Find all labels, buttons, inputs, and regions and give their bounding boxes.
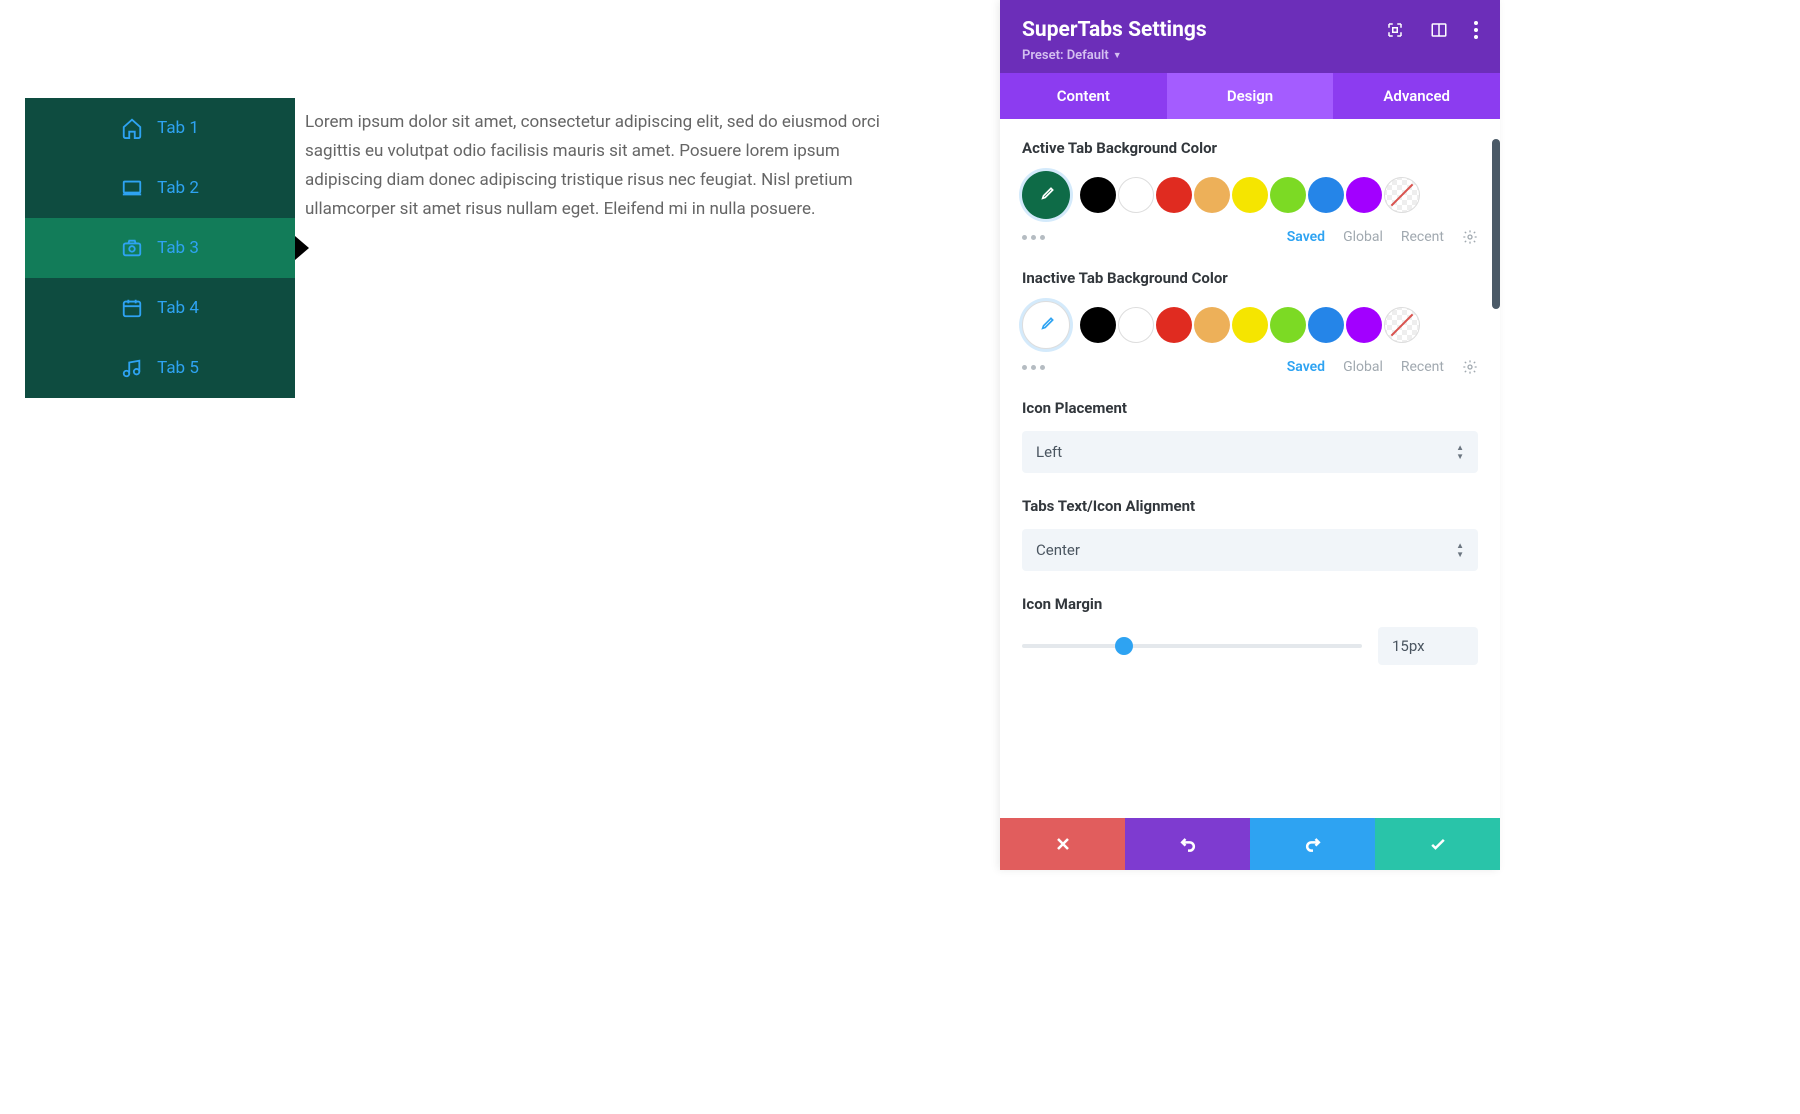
color-tab-saved[interactable]: Saved: [1287, 359, 1325, 375]
swatch-green[interactable]: [1270, 177, 1306, 213]
swatch-blue[interactable]: [1308, 307, 1344, 343]
tab-item-5[interactable]: Tab 5: [25, 338, 295, 398]
swatch-yellow[interactable]: [1232, 177, 1268, 213]
redo-button[interactable]: [1250, 818, 1375, 870]
music-icon: [121, 357, 143, 379]
tab-list: Tab 1 Tab 2 Tab 3 Tab 4 Tab 5: [25, 98, 295, 398]
color-tab-global[interactable]: Global: [1343, 229, 1383, 245]
sort-icon: ▲▼: [1456, 444, 1464, 461]
undo-button[interactable]: [1125, 818, 1250, 870]
tab-label: Tab 5: [157, 358, 199, 378]
select-icon-placement[interactable]: Left ▲▼: [1022, 431, 1478, 473]
tab-item-4[interactable]: Tab 4: [25, 278, 295, 338]
panel-body: Active Tab Background Color Saved Global…: [1000, 119, 1500, 818]
slider-icon-margin: 15px: [1022, 627, 1478, 665]
tab-label: Tab 2: [157, 178, 199, 198]
chevron-down-icon: ▼: [1113, 50, 1122, 61]
color-tab-global[interactable]: Global: [1343, 359, 1383, 375]
close-icon: [1053, 834, 1073, 854]
select-value: Left: [1036, 443, 1062, 461]
color-tabs-active: Saved Global Recent: [1022, 229, 1478, 245]
tab-content: Lorem ipsum dolor sit amet, consectetur …: [295, 98, 880, 398]
swatch-orange[interactable]: [1194, 177, 1230, 213]
swatch-white[interactable]: [1118, 307, 1154, 343]
swatch-transparent[interactable]: [1384, 177, 1420, 213]
tab-item-3[interactable]: Tab 3: [25, 218, 295, 278]
tab-label: Tab 4: [157, 298, 199, 318]
label-icon-margin: Icon Margin: [1022, 595, 1478, 613]
expand-icon[interactable]: [1386, 21, 1404, 39]
panel-header: SuperTabs Settings Preset: Default ▼: [1000, 0, 1500, 73]
panel-title: SuperTabs Settings: [1022, 18, 1207, 42]
panel-footer: [1000, 818, 1500, 870]
color-picker-inactive[interactable]: [1022, 301, 1070, 349]
sort-icon: ▲▼: [1456, 542, 1464, 559]
color-picker-active[interactable]: [1022, 171, 1070, 219]
scrollbar-thumb[interactable]: [1492, 139, 1500, 309]
swatch-white[interactable]: [1118, 177, 1154, 213]
color-tab-recent[interactable]: Recent: [1401, 359, 1444, 375]
label-inactive-bg: Inactive Tab Background Color: [1022, 269, 1252, 287]
settings-panel: SuperTabs Settings Preset: Default ▼ Con…: [1000, 0, 1500, 870]
gear-icon[interactable]: [1462, 359, 1478, 375]
tab-label: Tab 3: [157, 238, 199, 258]
slider-track[interactable]: [1022, 644, 1362, 648]
color-row-active: [1022, 171, 1478, 219]
preset-label: Preset: Default: [1022, 48, 1109, 63]
select-tabs-align[interactable]: Center ▲▼: [1022, 529, 1478, 571]
label-tabs-align: Tabs Text/Icon Alignment: [1022, 497, 1478, 515]
tab-design[interactable]: Design: [1167, 73, 1334, 119]
swatch-transparent[interactable]: [1384, 307, 1420, 343]
gear-icon[interactable]: [1462, 229, 1478, 245]
eyedropper-icon: [1036, 315, 1056, 335]
tabs-module: Tab 1 Tab 2 Tab 3 Tab 4 Tab 5 Lorem ipsu…: [0, 98, 880, 398]
cancel-button[interactable]: [1000, 818, 1125, 870]
swatch-purple[interactable]: [1346, 177, 1382, 213]
preview-area: Tab 1 Tab 2 Tab 3 Tab 4 Tab 5 Lorem ipsu…: [0, 0, 880, 398]
more-swatch-icon[interactable]: [1022, 235, 1045, 240]
swatch-black[interactable]: [1080, 307, 1116, 343]
select-value: Center: [1036, 541, 1080, 559]
color-row-inactive: [1022, 301, 1478, 349]
slider-thumb[interactable]: [1115, 637, 1133, 655]
swatch-red[interactable]: [1156, 307, 1192, 343]
camera-icon: [121, 237, 143, 259]
redo-icon: [1303, 834, 1323, 854]
swatch-purple[interactable]: [1346, 307, 1382, 343]
color-tab-saved[interactable]: Saved: [1287, 229, 1325, 245]
preset-selector[interactable]: Preset: Default ▼: [1022, 48, 1478, 63]
tab-item-2[interactable]: Tab 2: [25, 158, 295, 218]
swatch-black[interactable]: [1080, 177, 1116, 213]
laptop-icon: [121, 177, 143, 199]
swatch-green[interactable]: [1270, 307, 1306, 343]
swatch-blue[interactable]: [1308, 177, 1344, 213]
tab-advanced[interactable]: Advanced: [1333, 73, 1500, 119]
tab-label: Tab 1: [157, 118, 199, 138]
more-swatch-icon[interactable]: [1022, 365, 1045, 370]
columns-icon[interactable]: [1430, 21, 1448, 39]
label-active-bg: Active Tab Background Color: [1022, 139, 1478, 157]
label-icon-placement: Icon Placement: [1022, 399, 1478, 417]
calendar-icon: [121, 297, 143, 319]
panel-tabs: Content Design Advanced: [1000, 73, 1500, 119]
tab-content-settings[interactable]: Content: [1000, 73, 1167, 119]
swatch-yellow[interactable]: [1232, 307, 1268, 343]
slider-value-input[interactable]: 15px: [1378, 627, 1478, 665]
tab-item-1[interactable]: Tab 1: [25, 98, 295, 158]
home-icon: [121, 117, 143, 139]
color-tab-recent[interactable]: Recent: [1401, 229, 1444, 245]
more-icon[interactable]: [1474, 21, 1478, 39]
swatch-red[interactable]: [1156, 177, 1192, 213]
swatch-orange[interactable]: [1194, 307, 1230, 343]
color-tabs-inactive: Saved Global Recent: [1022, 359, 1478, 375]
save-button[interactable]: [1375, 818, 1500, 870]
eyedropper-icon: [1036, 185, 1056, 205]
check-icon: [1428, 834, 1448, 854]
undo-icon: [1178, 834, 1198, 854]
